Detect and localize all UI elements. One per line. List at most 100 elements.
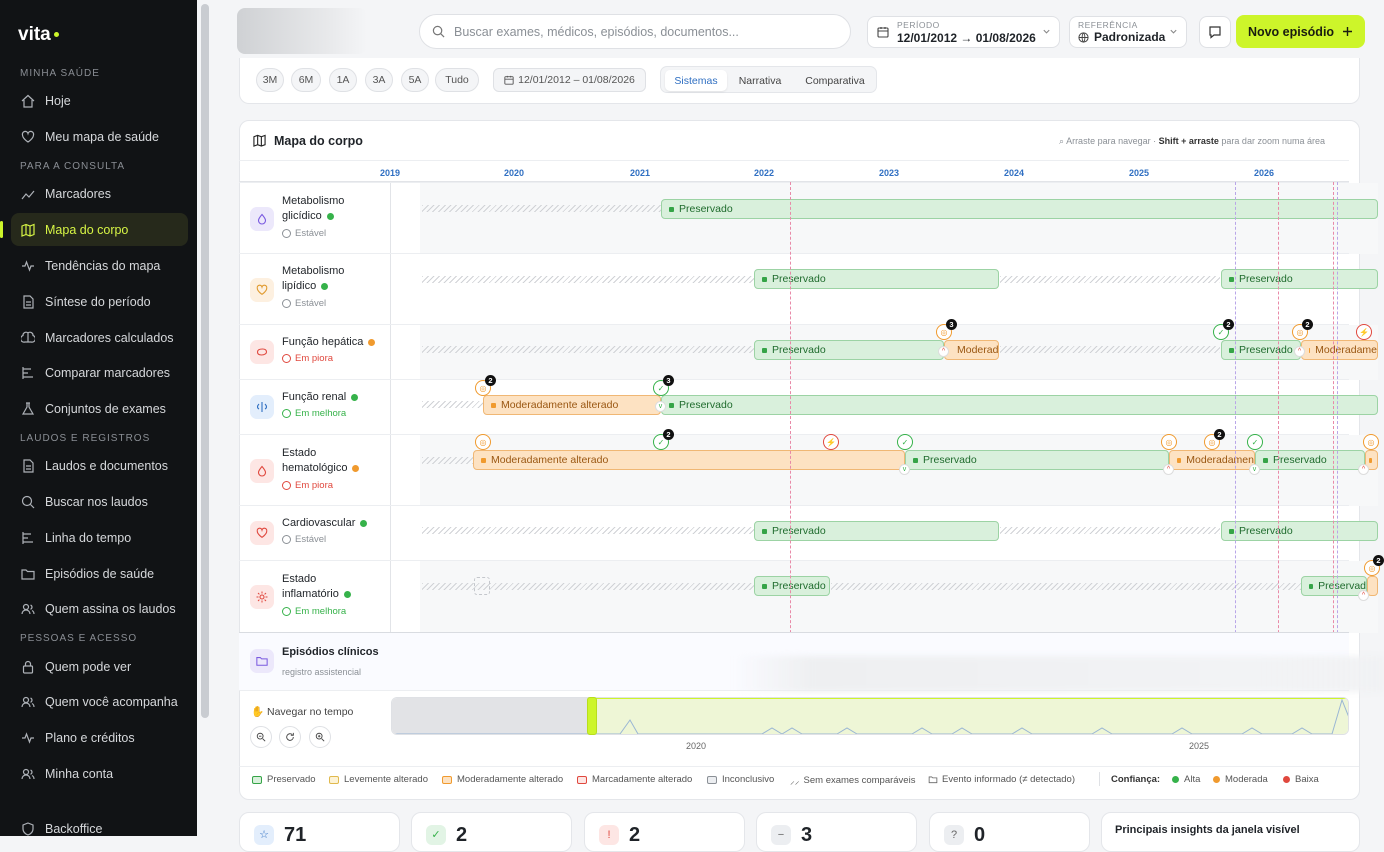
- sidebar-item-calculados[interactable]: Marcadores calculados: [11, 321, 188, 354]
- zoom-hint: ⌕ Arraste para navegar · Shift + arraste…: [1059, 136, 1325, 146]
- sidebar-item-mapa-do-corpo[interactable]: Mapa do corpo: [0, 213, 188, 246]
- search-icon: [21, 495, 35, 508]
- status-badge: Estável: [282, 228, 326, 239]
- blood-icon: [250, 459, 274, 483]
- status-bar[interactable]: Moderadame: [1301, 340, 1378, 360]
- tab-comparativa[interactable]: Comparativa: [797, 70, 873, 91]
- status-bar[interactable]: Preservado: [661, 199, 1378, 219]
- system-row[interactable]: Metabolismo glicídico Estável Preservado: [239, 182, 1378, 254]
- years-axis: [239, 160, 1349, 182]
- blurred-overlay: [734, 656, 1384, 692]
- status-bar[interactable]: Preservado: [1221, 521, 1378, 541]
- status-bar[interactable]: Preservado: [754, 340, 944, 360]
- tab-narrativa[interactable]: Narrativa: [729, 70, 791, 91]
- summary-card[interactable]: ☆ 71: [239, 812, 400, 852]
- liver-icon: [250, 340, 274, 364]
- search-input[interactable]: Buscar exames, médicos, episódios, docum…: [419, 14, 851, 49]
- navigator-tick: 2025: [1189, 741, 1210, 751]
- sidebar-item-hoje[interactable]: Hoje: [11, 84, 188, 117]
- system-row[interactable]: Cardiovascular Estável Preservado Preser…: [239, 505, 1378, 560]
- alert-marker[interactable]: ⚡: [823, 434, 839, 450]
- sidebar-item-assina[interactable]: Quem assina os laudos: [11, 592, 188, 625]
- insights-card: Principais insights da janela visível: [1101, 812, 1360, 852]
- system-row[interactable]: Função hepática Em piora Preservado Mode…: [239, 319, 1378, 380]
- sidebar-item-quem-pode-ver[interactable]: Quem pode ver: [11, 650, 188, 683]
- sidebar-item-linha[interactable]: Linha do tempo: [11, 521, 188, 554]
- sidebar-item-buscar[interactable]: Buscar nos laudos: [11, 485, 188, 518]
- status-bar[interactable]: Moderadamente alterado: [473, 450, 905, 470]
- status-bar[interactable]: Preservado: [905, 450, 1169, 470]
- alert-marker[interactable]: ⚡: [1356, 324, 1372, 340]
- system-row[interactable]: Estado hematológico Em piora Moderadament…: [239, 429, 1379, 506]
- event-count: 3: [946, 319, 957, 330]
- brand-logo[interactable]: vita: [18, 24, 59, 46]
- sidebar-item-laudos[interactable]: Laudos e documentos: [11, 449, 188, 482]
- zoom-out-button[interactable]: [250, 726, 272, 748]
- trend-up-icon: ^: [1294, 346, 1305, 357]
- navigator-track[interactable]: [391, 697, 1349, 735]
- sidebar-item-backoffice[interactable]: Backoffice: [11, 812, 188, 845]
- confidence-label: Confiança:: [1111, 774, 1161, 785]
- event-marker[interactable]: ◎: [1161, 434, 1177, 450]
- sidebar-item-conjuntos[interactable]: Conjuntos de exames: [11, 392, 188, 425]
- tab-sistemas[interactable]: Sistemas: [665, 70, 727, 91]
- range-1a[interactable]: 1A: [329, 68, 357, 92]
- status-badge: Em melhora: [282, 606, 346, 617]
- search-icon: [432, 25, 445, 38]
- range-5a[interactable]: 5A: [401, 68, 429, 92]
- timeline-icon: [22, 531, 33, 544]
- sidebar-item-marcadores[interactable]: Marcadores: [11, 177, 188, 210]
- sidebar-item-comparar[interactable]: Comparar marcadores: [11, 356, 188, 389]
- event-marker[interactable]: ◎: [1363, 434, 1379, 450]
- sidebar-item-plano[interactable]: Plano e créditos: [11, 721, 188, 754]
- reference-value: Padronizada: [1094, 30, 1166, 44]
- avatar[interactable]: [237, 8, 367, 54]
- system-row[interactable]: Função renal Em melhora Moderadamente al…: [239, 375, 1378, 434]
- sidebar-scrollbar[interactable]: [201, 4, 209, 718]
- status-bar[interactable]: Moderadamen: [1169, 450, 1255, 470]
- status-bar[interactable]: Preservado: [1255, 450, 1365, 470]
- sidebar-item-episodios[interactable]: Episódios de saúde: [11, 557, 188, 590]
- range-tudo[interactable]: Tudo: [435, 68, 479, 92]
- flask-icon: [21, 401, 35, 415]
- reset-zoom-button[interactable]: [279, 726, 301, 748]
- zoom-in-button[interactable]: [309, 726, 331, 748]
- confidence-dot: [326, 212, 334, 220]
- status-bar[interactable]: Preservado: [1221, 269, 1378, 289]
- alert-icon: !: [599, 825, 619, 845]
- refresh-icon: [286, 732, 294, 741]
- stable-icon: [282, 229, 291, 238]
- event-marker[interactable]: ✓: [897, 434, 913, 450]
- sidebar-item-acompanha[interactable]: Quem você acompanha: [11, 685, 188, 718]
- messages-button[interactable]: [1199, 16, 1231, 48]
- summary-card[interactable]: ? 0: [929, 812, 1090, 852]
- brain-icon: [21, 331, 35, 343]
- sidebar-item-meu-mapa[interactable]: Meu mapa de saúde: [11, 120, 188, 153]
- event-marker[interactable]: ◎: [475, 434, 491, 450]
- summary-card[interactable]: ! 2: [584, 812, 745, 852]
- system-row[interactable]: Estado inflamatório Em melhora Preservado…: [239, 555, 1384, 633]
- status-bar[interactable]: Preservado: [1221, 340, 1301, 360]
- event-marker[interactable]: ✓: [1247, 434, 1263, 450]
- new-episode-button[interactable]: Novo episódio: [1236, 15, 1365, 48]
- reference-select[interactable]: REFERÊNCIA Padronizada: [1069, 16, 1187, 48]
- system-name-2: glicídico: [282, 210, 322, 222]
- range-6m[interactable]: 6M: [291, 68, 321, 92]
- status-bar[interactable]: Preservado: [754, 576, 830, 596]
- sidebar-item-conta[interactable]: Minha conta: [11, 757, 188, 790]
- system-row[interactable]: Metabolismo lipídico Estável Preservado P…: [239, 253, 1378, 324]
- summary-card[interactable]: ✓ 2: [411, 812, 572, 852]
- status-bar[interactable]: Preservado: [661, 395, 1378, 415]
- status-bar[interactable]: Preservad: [1301, 576, 1367, 596]
- period-select[interactable]: PERÍODO 12/01/2012 → 01/08/2026: [867, 16, 1060, 48]
- range-3m[interactable]: 3M: [256, 68, 284, 92]
- status-bar[interactable]: Moderadamente alterado: [483, 395, 661, 415]
- range-3a[interactable]: 3A: [365, 68, 393, 92]
- status-bar[interactable]: Moderada: [944, 340, 999, 360]
- sidebar-item-tendencias[interactable]: Tendências do mapa: [11, 249, 188, 282]
- sidebar-item-sintese[interactable]: Síntese do período: [11, 285, 188, 318]
- summary-card[interactable]: − 3: [756, 812, 917, 852]
- trend-icon: [21, 190, 35, 199]
- date-range-picker[interactable]: 12/01/2012 – 01/08/2026: [493, 68, 646, 92]
- navigator-handle[interactable]: [587, 697, 597, 735]
